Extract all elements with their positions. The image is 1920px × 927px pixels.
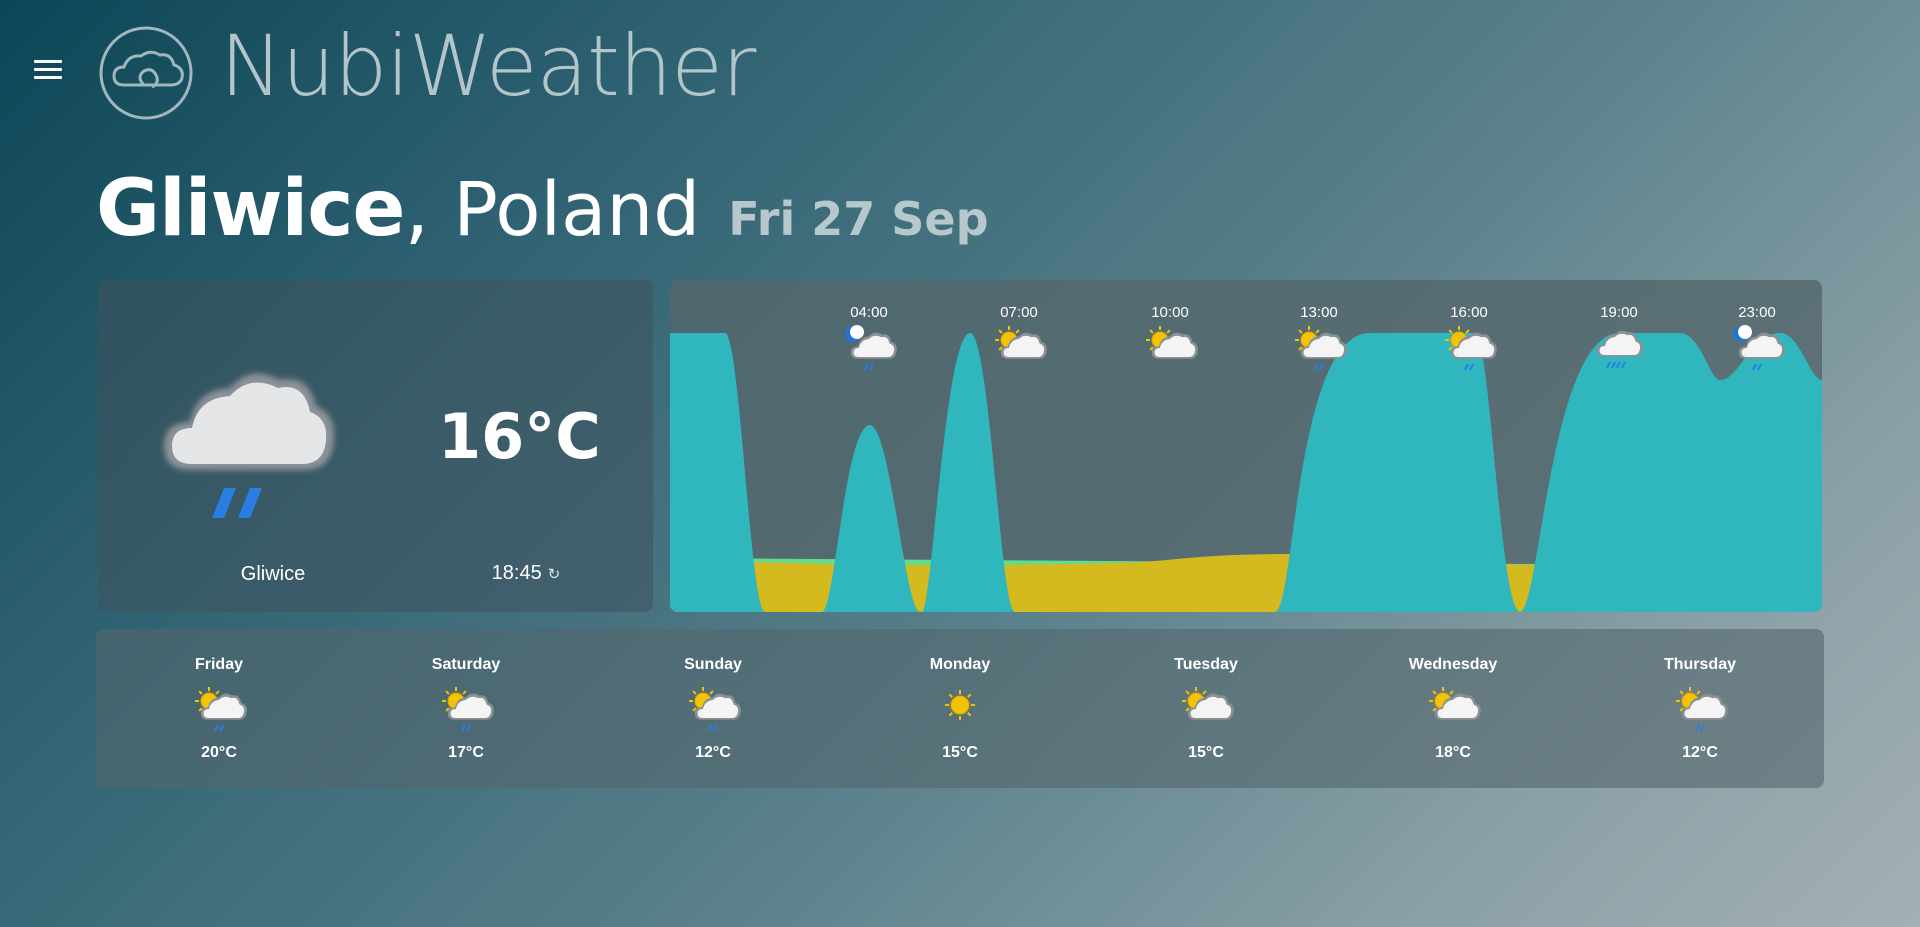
current-weather-card: 16°C Gliwice 18:45 ↻ — [98, 280, 653, 612]
hour-label: 07:00 — [1000, 304, 1038, 321]
day-name: Friday — [194, 656, 243, 673]
day-name: Sunday — [684, 656, 742, 673]
city-name: Gliwice — [96, 164, 405, 254]
night-cloud-rain-icon — [845, 325, 897, 371]
day-temperature: 18°C — [1435, 744, 1471, 761]
daily-forecast-item[interactable]: Friday 20°C — [139, 629, 299, 788]
sun-cloud-rain-icon — [685, 685, 741, 737]
sun-cloud-icon — [1425, 685, 1481, 737]
day-temperature: 20°C — [201, 744, 237, 761]
daily-forecast-item[interactable]: Tuesday 15°C — [1126, 629, 1286, 788]
hourly-chart-svg: 04:00 07:00 10:00 13:00 16:00 19:00 23:0… — [670, 304, 1822, 612]
day-name: Tuesday — [1174, 656, 1238, 673]
daily-forecast-item[interactable]: Sunday 12°C — [633, 629, 793, 788]
current-date: Fri 27 Sep — [728, 192, 989, 246]
day-name: Wednesday — [1408, 656, 1498, 673]
cloud-logo-icon — [99, 26, 193, 120]
daily-forecast-item[interactable]: Monday 15°C — [880, 629, 1040, 788]
update-time: 18:45 — [491, 562, 542, 584]
daily-forecast-item[interactable]: Thursday 12°C — [1620, 629, 1780, 788]
location-heading: Gliwice, Poland Fri 27 Sep — [96, 164, 989, 254]
day-temperature: 15°C — [942, 744, 978, 761]
day-name: Saturday — [431, 656, 501, 673]
sun-cloud-rain-icon — [191, 685, 247, 737]
day-name: Thursday — [1663, 656, 1736, 673]
day-temperature: 15°C — [1188, 744, 1224, 761]
country-name: Poland — [453, 167, 701, 253]
sun-cloud-icon — [995, 326, 1047, 359]
daily-forecast-strip: Friday 20°C Saturday 17°C Sunday 12°C Mo… — [96, 629, 1824, 788]
daily-forecast-item[interactable]: Saturday 17°C — [386, 629, 546, 788]
day-temperature: 12°C — [695, 744, 731, 761]
app-title: NubiWeather — [220, 17, 756, 115]
hour-label: 10:00 — [1151, 304, 1189, 321]
hamburger-menu-icon[interactable] — [30, 56, 68, 84]
hour-label: 04:00 — [850, 304, 888, 321]
current-temperature: 16°C — [438, 400, 601, 473]
daily-forecast-item[interactable]: Wednesday 18°C — [1373, 629, 1533, 788]
hour-label: 23:00 — [1738, 304, 1776, 321]
sun-cloud-rain-icon — [438, 685, 494, 737]
day-name: Monday — [929, 656, 991, 673]
sun-icon — [932, 685, 988, 737]
hour-label: 13:00 — [1300, 304, 1338, 321]
refresh-icon[interactable]: ↻ — [548, 565, 561, 583]
hour-label: 19:00 — [1600, 304, 1638, 321]
hour-label: 16:00 — [1450, 304, 1488, 321]
cloud-rain-icon — [164, 373, 335, 518]
sun-cloud-icon — [1146, 326, 1198, 359]
separator: , — [404, 164, 430, 254]
sun-cloud-icon — [1178, 685, 1234, 737]
day-temperature: 12°C — [1682, 744, 1718, 761]
day-temperature: 17°C — [448, 744, 484, 761]
hourly-forecast-chart: 04:00 07:00 10:00 13:00 16:00 19:00 23:0… — [670, 280, 1822, 612]
sun-cloud-rain-icon — [1672, 685, 1728, 737]
current-city-label: Gliwice — [240, 563, 306, 585]
last-update: 18:45 ↻ — [466, 562, 586, 585]
